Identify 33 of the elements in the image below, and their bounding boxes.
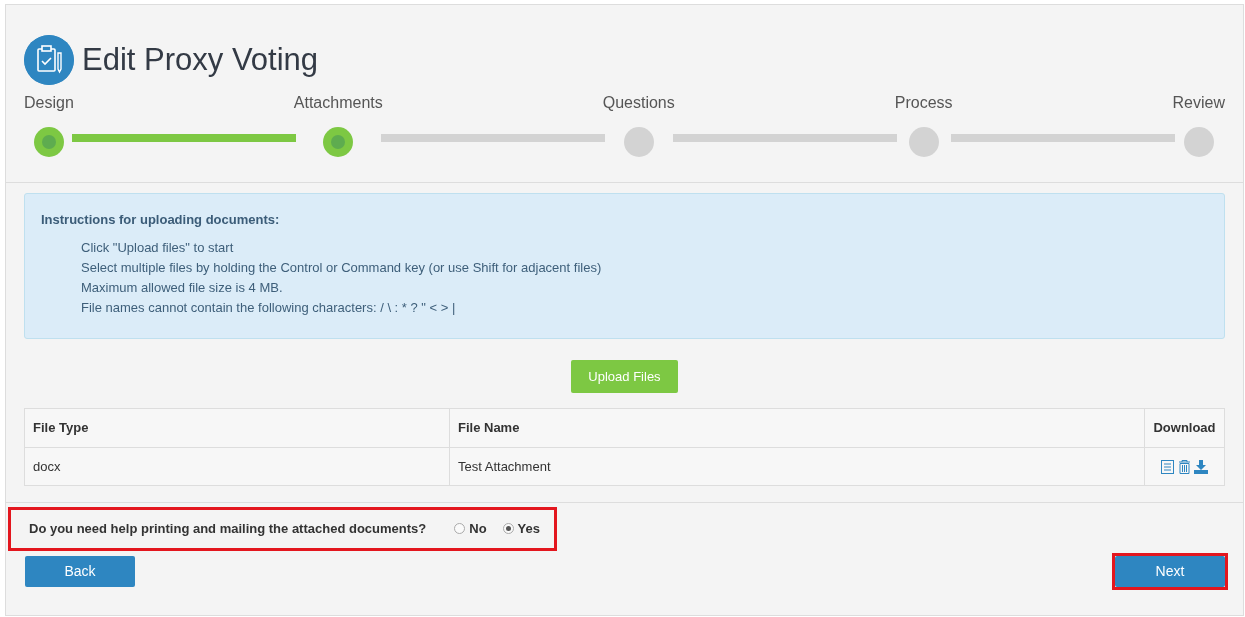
upload-files-button[interactable]: Upload Files [571,359,678,393]
instruction-line: Maximum allowed file size is 4 MB. [80,278,284,297]
radio-button[interactable] [454,523,466,535]
step-dot[interactable] [908,127,939,157]
next-button[interactable]: Next [1115,555,1225,587]
radio-label: Yes [517,520,540,538]
back-button[interactable]: Back [25,555,135,587]
list-icon[interactable] [1160,460,1174,475]
step-label: Design [24,93,74,113]
step-label: Process [894,93,953,113]
radio-label: No [469,520,487,538]
column-header: File Type [24,408,450,447]
instruction-line: Select multiple files by holding the Control or Command key (or use Shift for adjacent files) [80,258,603,277]
column-header: File Name [449,408,1145,447]
step-dot[interactable] [323,127,354,157]
column-header: Download [1144,408,1225,447]
clipboard-icon [24,35,74,85]
step-label: Review [1172,93,1225,113]
radio-button[interactable] [502,523,514,535]
trash-icon[interactable] [1177,460,1191,475]
table-cell: Test Attachment [449,447,1145,486]
step-label: Questions [602,93,675,113]
step-dot[interactable] [623,127,654,157]
question-text: Do you need help printing and mailing the attached documents? [29,520,427,538]
step-dot[interactable] [1183,127,1214,157]
download-icon[interactable] [1194,460,1209,475]
page-title: Edit Proxy Voting [82,41,319,79]
instruction-line: Click "Upload files" to start [80,238,235,257]
instruction-line: File names cannot contain the following characters: / \ : * ? " < > | [80,298,457,317]
step-label: Attachments [293,93,383,113]
table-cell: docx [24,447,450,486]
step-dot[interactable] [33,127,64,157]
instructions-heading: Instructions for uploading documents: [41,211,281,229]
